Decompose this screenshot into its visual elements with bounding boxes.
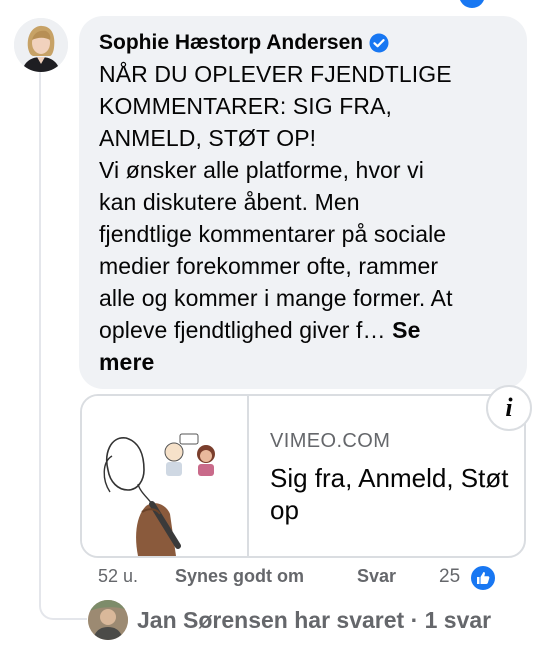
verified-badge-icon xyxy=(369,33,389,53)
link-thumbnail xyxy=(82,396,249,556)
replies-summary[interactable]: Jan Sørensen har svaret · 1 svar xyxy=(88,600,491,640)
reply-button[interactable]: Svar xyxy=(357,566,396,587)
reply-author-avatar xyxy=(88,600,128,640)
like-reaction-icon[interactable] xyxy=(469,564,497,592)
link-title[interactable]: Sig fra, Anmeld, Støt op xyxy=(270,462,510,526)
link-thumbnail-drawing xyxy=(82,396,245,556)
thumbs-up-icon xyxy=(477,572,490,584)
author-name[interactable]: Sophie Hæstorp Andersen xyxy=(99,31,363,55)
author-row: Sophie Hæstorp Andersen xyxy=(99,30,513,56)
comment-body: NÅR DU OPLEVER FJENDTLIGE KOMMENTARER: S… xyxy=(99,61,453,343)
link-preview-card[interactable]: VIMEO.COM Sig fra, Anmeld, Støt op xyxy=(80,394,526,558)
comment-timestamp[interactable]: 52 u. xyxy=(98,566,138,587)
replies-summary-text[interactable]: Jan Sørensen har svaret · 1 svar xyxy=(137,607,491,634)
reaction-count[interactable]: 25 xyxy=(439,566,460,588)
link-domain: VIMEO.COM xyxy=(270,430,391,452)
info-icon[interactable]: i xyxy=(486,385,532,431)
comment-bubble: Sophie Hæstorp Andersen NÅR DU OPLEVER F… xyxy=(79,16,527,389)
author-avatar-image xyxy=(14,18,68,72)
comment-text: NÅR DU OPLEVER FJENDTLIGE KOMMENTARER: S… xyxy=(99,58,513,378)
previous-comment-like-icon xyxy=(459,0,485,8)
like-button[interactable]: Synes godt om xyxy=(175,566,304,587)
reply-author-avatar-image xyxy=(88,600,128,640)
author-avatar[interactable] xyxy=(14,18,68,72)
